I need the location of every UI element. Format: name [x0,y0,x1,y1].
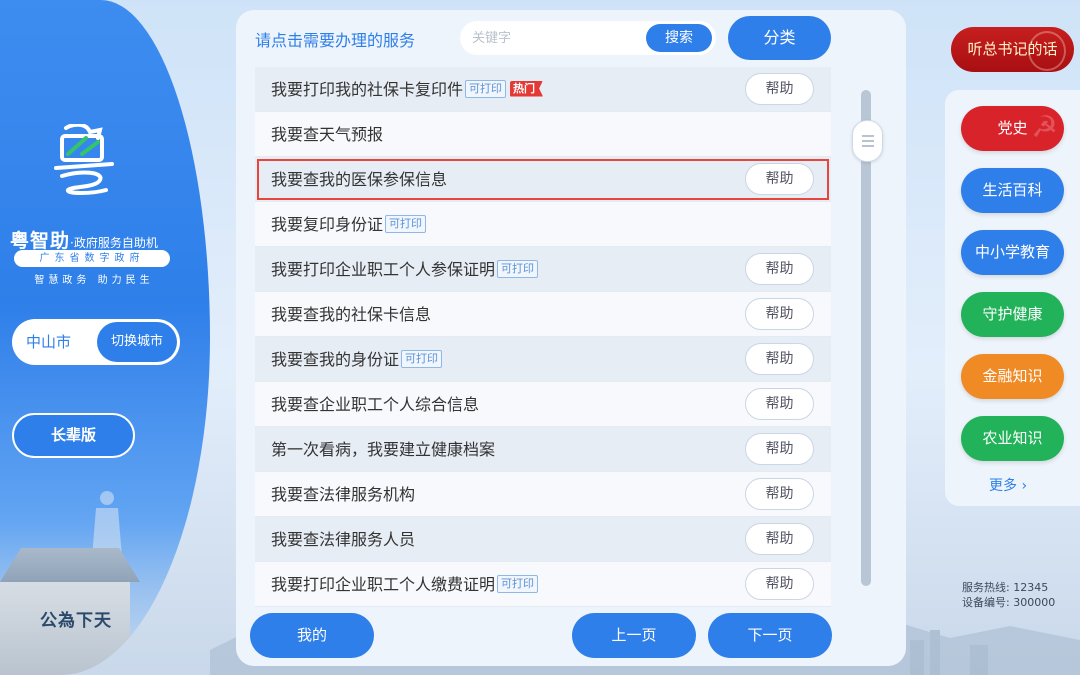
service-row[interactable]: 我要查法律服务机构 帮助 [255,472,831,517]
brand-title: 粤智助·政府服务自助机 [10,230,158,252]
category-sidebar: 党史生活百科中小学教育守护健康金融知识农业知识 更多 › [945,90,1080,506]
service-label: 我要复印身份证 可打印 [271,202,427,247]
elder-mode-button[interactable]: 长辈版 [12,413,135,458]
scrollbar-thumb[interactable] [852,120,883,162]
service-label-text: 我要打印企业职工个人缴费证明 [271,575,496,594]
category-button[interactable]: 分类 [728,16,831,60]
service-row[interactable]: 我要查法律服务人员 帮助 [255,517,831,562]
agriculture-knowledge-button[interactable]: 农业知识 [961,416,1064,461]
service-row[interactable]: 我要查我的身份证 可打印 帮助 [255,337,831,382]
brand-slogan: 智慧政务 助力民生 [34,275,154,286]
service-row[interactable]: 我要打印企业职工个人缴费证明 可打印 帮助 [255,562,831,607]
k12-education-button[interactable]: 中小学教育 [961,230,1064,275]
service-label: 我要查企业职工个人综合信息 [271,382,479,427]
service-label: 我要打印企业职工个人参保证明 可打印 [271,247,539,292]
service-label: 我要查我的医保参保信息 [271,157,447,202]
printable-badge: 可打印 [497,574,539,593]
help-button[interactable]: 帮助 [745,523,814,555]
service-label-text: 我要查我的社保卡信息 [271,305,432,324]
yue-logo-icon [54,124,114,195]
party-history-button[interactable]: 党史 [961,106,1064,151]
service-row[interactable]: 我要打印企业职工个人参保证明 可打印 帮助 [255,247,831,292]
service-label-text: 我要查企业职工个人综合信息 [271,395,480,414]
service-label: 我要打印企业职工个人缴费证明 可打印 [271,562,539,607]
help-button[interactable]: 帮助 [745,343,814,375]
printable-badge: 可打印 [385,214,427,233]
current-city: 中山市 [26,333,72,351]
service-hotline: 服务热线: 12345 [962,581,1049,594]
health-button[interactable]: 守护健康 [961,292,1064,337]
service-row[interactable]: 我要查我的医保参保信息 帮助 [255,157,831,202]
left-panel: 粤智助·政府服务自助机 广东省数字政府 智慧政务 助力民生 中山市 切换城市 长… [0,0,210,675]
hot-badge: 热门 [510,80,544,97]
help-button[interactable]: 帮助 [745,163,814,195]
service-list: 我要打印我的社保卡复印件 可打印 热门 帮助 我要查天气预报 我要查我的医保参保信息 帮助我… [255,67,831,607]
service-label: 我要打印我的社保卡复印件 可打印 热门 [271,67,544,112]
life-encyclopedia-button[interactable]: 生活百科 [961,168,1064,213]
service-label-text: 我要查我的身份证 [271,350,400,369]
service-label-text: 我要打印我的社保卡复印件 [271,80,464,99]
help-button[interactable]: 帮助 [745,568,814,600]
service-row[interactable]: 我要打印我的社保卡复印件 可打印 热门 帮助 [255,67,831,112]
service-prompt: 请点击需要办理的服务 [255,31,416,50]
help-button[interactable]: 帮助 [745,478,814,510]
help-button[interactable]: 帮助 [745,388,814,420]
search-box: 搜索 [460,21,716,55]
memorial-hall-image: 公為下天 [0,548,150,675]
device-number: 设备编号: 300000 [962,596,1056,609]
finance-knowledge-button[interactable]: 金融知识 [961,354,1064,399]
service-row[interactable]: 第一次看病，我要建立健康档案 帮助 [255,427,831,472]
device-info: 服务热线: 12345 设备编号: 300000 [962,580,1055,610]
hall-sign: 公為下天 [40,611,112,631]
service-row[interactable]: 我要查企业职工个人综合信息 帮助 [255,382,831,427]
help-button[interactable]: 帮助 [745,73,814,105]
next-page-button[interactable]: 下一页 [708,613,832,658]
city-switch: 中山市 切换城市 [12,319,180,365]
printable-badge: 可打印 [401,349,443,368]
service-label-text: 我要打印企业职工个人参保证明 [271,260,496,279]
search-input[interactable] [472,21,642,55]
help-button[interactable]: 帮助 [745,433,814,465]
service-label-text: 我要查法律服务机构 [271,485,416,504]
brand-pill: 广东省数字政府 [14,250,170,267]
brand-subtitle: ·政府服务自助机 [70,236,158,250]
switch-city-button[interactable]: 切换城市 [97,322,177,362]
service-label: 我要查法律服务人员 [271,517,415,562]
service-label-text: 我要复印身份证 [271,215,384,234]
service-label: 我要查天气预报 [271,112,383,157]
service-label: 我要查我的身份证 可打印 [271,337,443,382]
service-label: 我要查我的社保卡信息 [271,292,431,337]
printable-badge: 可打印 [465,79,507,98]
search-button[interactable]: 搜索 [646,24,712,52]
service-label-text: 第一次看病，我要建立健康档案 [271,440,496,459]
service-label-text: 我要查法律服务人员 [271,530,416,549]
help-button[interactable]: 帮助 [745,253,814,285]
scrollbar-track[interactable] [861,90,871,586]
service-label: 我要查法律服务机构 [271,472,415,517]
service-row[interactable]: 我要复印身份证 可打印 [255,202,831,247]
service-label-text: 我要查我的医保参保信息 [271,170,448,189]
more-link[interactable]: 更多 › [989,475,1027,495]
service-label: 第一次看病，我要建立健康档案 [271,427,495,472]
mine-button[interactable]: 我的 [250,613,374,658]
printable-badge: 可打印 [497,259,539,278]
help-button[interactable]: 帮助 [745,298,814,330]
speech-button[interactable]: 听总书记的话 [951,27,1074,72]
prev-page-button[interactable]: 上一页 [572,613,696,658]
service-label-text: 我要查天气预报 [271,125,384,144]
service-row[interactable]: 我要查我的社保卡信息 帮助 [255,292,831,337]
service-row[interactable]: 我要查天气预报 [255,112,831,157]
service-panel: 请点击需要办理的服务 搜索 分类 我要打印我的社保卡复印件可打印热门帮助我要查天… [236,10,906,666]
